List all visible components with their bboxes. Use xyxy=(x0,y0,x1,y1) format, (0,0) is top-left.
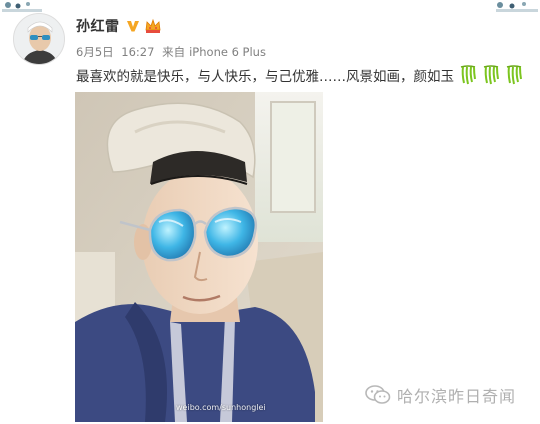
verified-v-icon xyxy=(126,21,139,32)
post-photo[interactable] xyxy=(75,92,323,422)
wechat-account-watermark: 哈尔滨昨日奇闻 xyxy=(365,383,516,407)
decorative-border-icon xyxy=(496,2,538,12)
willow-emoji-icon xyxy=(483,65,499,85)
selfie-photo xyxy=(75,92,323,422)
crown-icon xyxy=(145,18,160,33)
wechat-icon xyxy=(365,385,391,404)
source-prefix: 来自 xyxy=(162,45,186,59)
wechat-account-name: 哈尔滨昨日奇闻 xyxy=(397,387,517,406)
photo-watermark: weibo.com/sunhonglei xyxy=(176,403,266,412)
avatar[interactable] xyxy=(13,13,65,65)
willow-emoji-icon xyxy=(460,65,476,85)
decorative-border-icon xyxy=(2,2,42,12)
source-device[interactable]: iPhone 6 Plus xyxy=(189,45,266,59)
avatar-image xyxy=(14,14,64,64)
post-time[interactable]: 16:27 xyxy=(121,45,154,59)
post-header: 孙红雷 xyxy=(76,16,162,36)
post-date[interactable]: 6月5日 xyxy=(76,45,114,59)
post-meta: 6月5日 16:27 来自 iPhone 6 Plus xyxy=(76,44,270,60)
post-body: 最喜欢的就是快乐，与人快乐，与己优雅……风景如画，颜如玉 xyxy=(76,64,526,86)
willow-emoji-icon xyxy=(506,65,522,85)
emoji-group xyxy=(457,64,526,86)
username[interactable]: 孙红雷 xyxy=(76,16,120,36)
post-text: 最喜欢的就是快乐，与人快乐，与己优雅……风景如画，颜如玉 xyxy=(76,69,454,85)
weibo-post: 孙红雷 6月5日 16:27 来自 iPhone 6 Plus 最喜欢的就是快乐，… xyxy=(0,0,540,424)
